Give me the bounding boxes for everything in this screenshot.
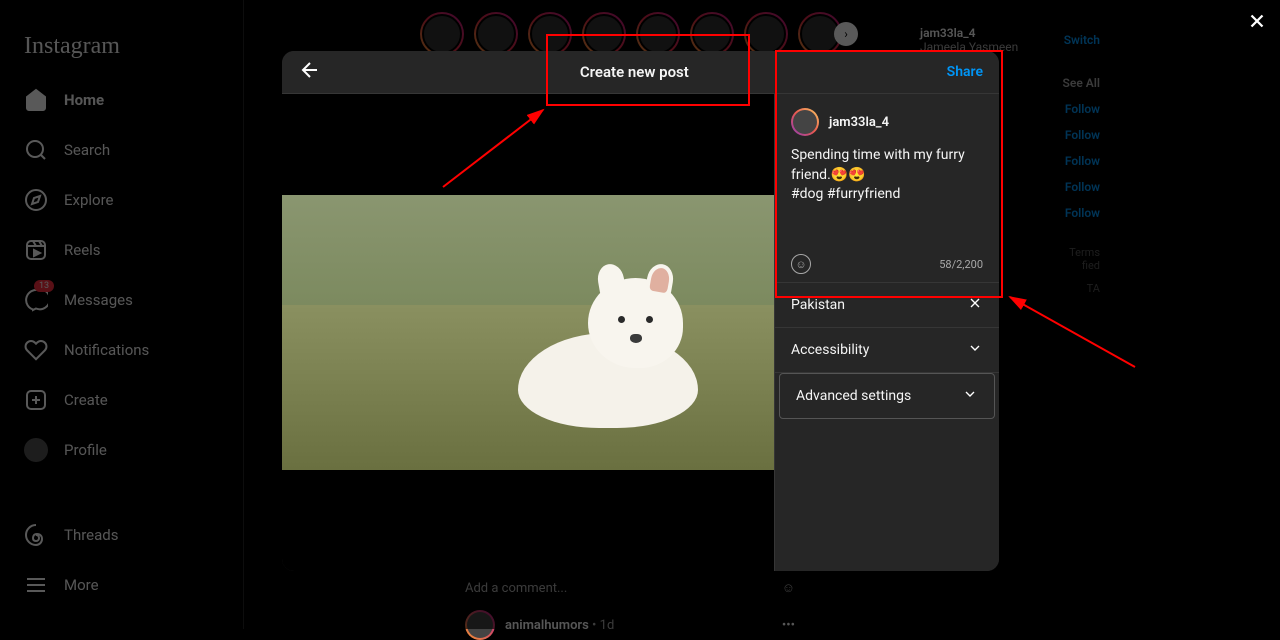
author-username[interactable]: jam33la_4	[829, 115, 889, 130]
emoji-picker-button[interactable]: ☺	[791, 254, 811, 274]
advanced-settings-row[interactable]: Advanced settings	[779, 373, 995, 419]
back-button[interactable]	[298, 58, 322, 86]
advanced-label: Advanced settings	[796, 388, 911, 404]
chevron-down-icon	[962, 386, 978, 406]
chevron-down-icon	[967, 340, 983, 360]
modal-header: Create new post Share	[282, 51, 999, 94]
location-value: Pakistan	[791, 297, 845, 313]
char-count: 58/2,200	[939, 258, 983, 271]
accessibility-label: Accessibility	[791, 342, 869, 358]
post-image	[282, 195, 774, 470]
create-post-modal: Create new post Share	[282, 51, 999, 571]
image-preview[interactable]	[282, 94, 774, 571]
close-modal-button[interactable]	[1246, 10, 1268, 36]
post-details-panel: jam33la_4 Spending time with my furry fr…	[774, 94, 999, 571]
author-avatar[interactable]	[791, 108, 819, 136]
caption-textarea[interactable]: Spending time with my furry friend.😍😍 #d…	[775, 146, 999, 246]
clear-location-icon[interactable]	[967, 295, 983, 315]
location-row[interactable]: Pakistan	[775, 283, 999, 328]
modal-body: jam33la_4 Spending time with my furry fr…	[282, 94, 999, 571]
modal-title: Create new post	[322, 63, 947, 81]
share-button[interactable]: Share	[947, 64, 983, 80]
accessibility-row[interactable]: Accessibility	[775, 328, 999, 373]
caption-footer: ☺ 58/2,200	[775, 246, 999, 283]
author-row: jam33la_4	[775, 94, 999, 146]
